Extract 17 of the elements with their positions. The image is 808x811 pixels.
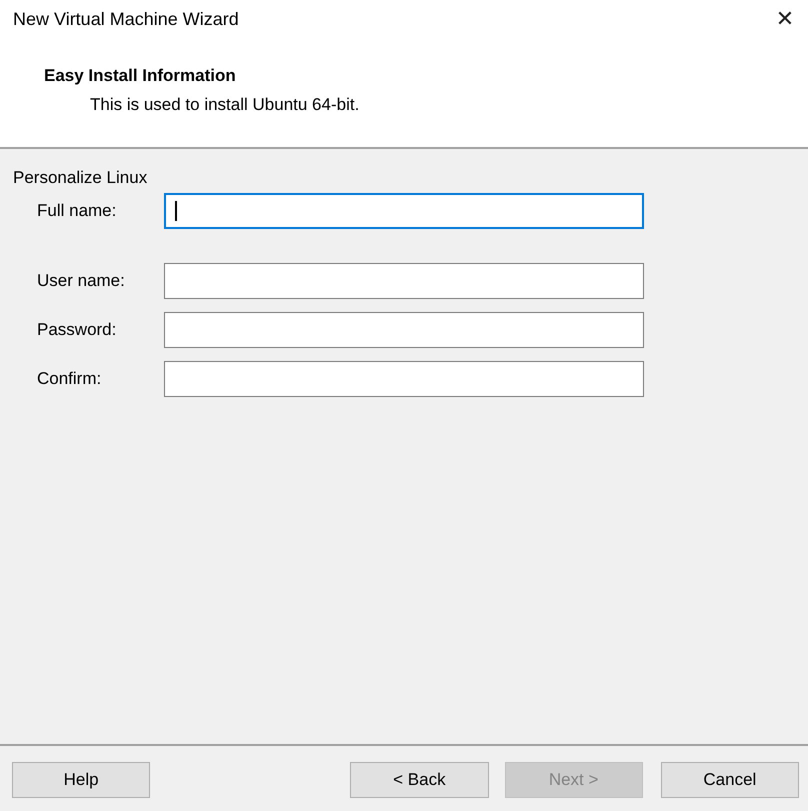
input-field[interactable]	[164, 193, 644, 229]
wizard-button[interactable]: Help	[12, 762, 150, 798]
page-title: Easy Install Information	[44, 66, 237, 86]
section-title: Personalize Linux	[13, 168, 148, 189]
input-field[interactable]	[164, 263, 644, 299]
field-label: Confirm:	[37, 369, 102, 389]
field-label: User name:	[37, 271, 126, 291]
window-title: New Virtual Machine Wizard	[13, 8, 239, 30]
input-field[interactable]	[164, 361, 644, 397]
wizard-button[interactable]: Cancel	[660, 762, 799, 798]
text-cursor	[175, 201, 177, 221]
field-label: Password:	[37, 320, 118, 340]
input-field[interactable]	[164, 312, 644, 348]
field-label: Full name:	[37, 201, 118, 221]
page-subtitle: This is used to install Ubuntu 64-bit.	[89, 95, 360, 115]
close-button[interactable]: ✕	[762, 0, 808, 39]
wizard-button[interactable]: < Back	[350, 762, 488, 798]
